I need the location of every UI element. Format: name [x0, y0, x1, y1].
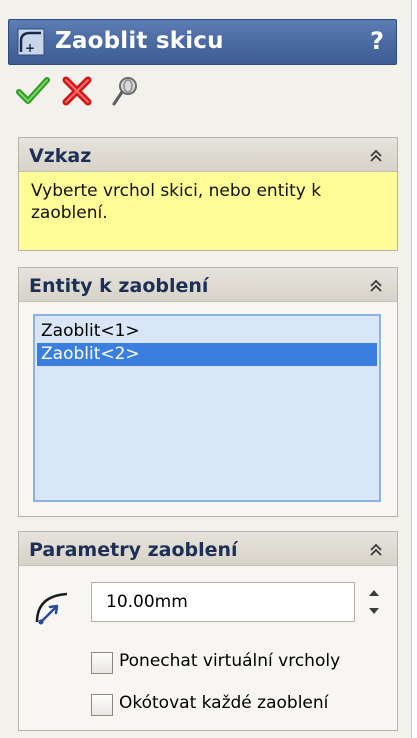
spin-down-icon[interactable]	[361, 602, 387, 622]
double-chevron-up-icon[interactable]	[367, 147, 385, 165]
keep-virtual-vertices-label: Ponechat virtuální vrcholy	[119, 651, 341, 671]
keep-virtual-vertices-checkbox[interactable]	[91, 652, 113, 674]
list-item[interactable]: Zaoblit<2>	[37, 343, 377, 366]
entities-listbox[interactable]: Zaoblit<1> Zaoblit<2>	[33, 314, 381, 502]
message-group-title: Vzkaz	[29, 145, 92, 167]
message-group: Vzkaz Vyberte vrchol skici, nebo entity …	[18, 137, 398, 251]
entities-group-header[interactable]: Entity k zaoblení	[19, 268, 397, 302]
svg-text:+: +	[25, 41, 35, 55]
double-chevron-up-icon[interactable]	[367, 277, 385, 295]
help-button[interactable]: ?	[370, 27, 384, 55]
double-chevron-up-icon[interactable]	[367, 541, 385, 559]
property-manager: + Zaoblit skicu ? Vzkaz Vyberte vrchol s…	[0, 0, 412, 738]
property-manager-title: Zaoblit skicu	[55, 28, 224, 54]
parameters-group-title: Parametry zaoblení	[29, 539, 238, 561]
pushpin-icon[interactable]	[108, 74, 142, 108]
red-x-icon[interactable]	[60, 74, 94, 108]
property-manager-titlebar: + Zaoblit skicu ?	[8, 19, 397, 65]
parameters-group-header[interactable]: Parametry zaoblení	[19, 532, 397, 566]
entities-group: Entity k zaoblení Zaoblit<1> Zaoblit<2>	[18, 267, 398, 517]
list-item[interactable]: Zaoblit<1>	[37, 320, 377, 343]
entities-group-title: Entity k zaoblení	[29, 275, 209, 297]
spin-up-icon[interactable]	[361, 582, 387, 602]
parameters-group: Parametry zaoblení Ponechat virtuální vr…	[18, 531, 398, 731]
radius-input[interactable]	[91, 582, 355, 622]
fillet-radius-icon	[35, 592, 68, 625]
dimension-each-fillet-checkbox[interactable]	[91, 694, 113, 716]
sketch-fillet-icon: +	[17, 28, 45, 56]
message-group-header[interactable]: Vzkaz	[19, 138, 397, 172]
message-text: Vyberte vrchol skici, nebo entity k zaob…	[19, 172, 397, 250]
green-check-icon[interactable]	[16, 74, 50, 108]
dimension-each-fillet-label: Okótovat každé zaoblení	[119, 693, 329, 713]
radius-spinner	[361, 582, 387, 622]
